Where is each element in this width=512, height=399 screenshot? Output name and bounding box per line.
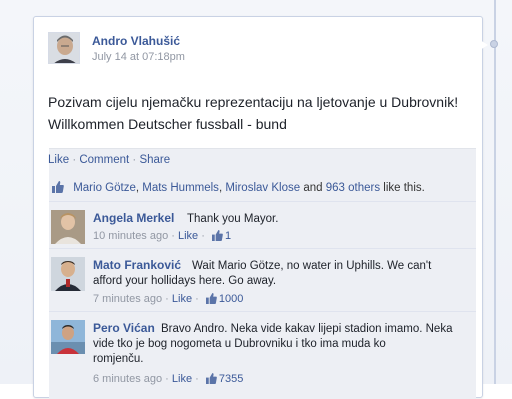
separator-dot: · <box>72 154 77 166</box>
liker-mario-gotze[interactable]: Mario Götze <box>73 182 136 194</box>
card-pointer-arrow <box>480 40 488 50</box>
post-card: Andro Vlahušić July 14 at 07:18pm Poziva… <box>33 16 483 399</box>
comment-item: Angela Merkel Thank you Mayor. 10 minute… <box>49 201 476 248</box>
liker-mats-hummels[interactable]: Mats Hummels <box>142 182 219 194</box>
likers-others-link[interactable]: 963 others <box>326 182 380 194</box>
comment-text-line-2: vide tko je bog nogometa u Dubrovniku i … <box>93 338 386 350</box>
comment-text-line-1: Wait Mario Götze, no water in Uphills. W… <box>192 260 432 272</box>
post-actions: Like · Comment · Share <box>48 154 170 166</box>
comment-time[interactable]: 6 minutes ago <box>93 373 162 385</box>
commenter-avatar[interactable] <box>51 210 85 244</box>
separator-dot: · <box>132 154 137 166</box>
thumbs-up-icon <box>211 230 223 241</box>
comment-time[interactable]: 10 minutes ago <box>93 230 168 242</box>
commenter-name[interactable]: Pero Vićan <box>93 321 155 335</box>
post-timestamp[interactable]: July 14 at 07:18pm <box>92 51 185 63</box>
likes-and: and <box>303 182 323 194</box>
comment-like-link[interactable]: Like <box>172 373 192 385</box>
thumbs-up-icon <box>52 181 64 193</box>
author-avatar[interactable] <box>48 32 80 64</box>
liker-miroslav-klose[interactable]: Miroslav Klose <box>225 182 300 194</box>
commenter-name[interactable]: Mato Franković <box>93 258 181 272</box>
comment-text-line-2: afford your hollidays here. Go away. <box>93 275 277 287</box>
comma-1: , <box>135 182 140 194</box>
comment-meta: 10 minutes ago · Like · 1 <box>93 230 232 242</box>
comment-text-line-1: Bravo Andro. Neka vide kakav lijepi stad… <box>161 323 453 335</box>
post-text: Pozivam cijelu njemačku reprezentaciju n… <box>48 91 473 135</box>
comment-text: Thank you Mayor. <box>187 213 279 225</box>
comment-like-count[interactable]: 7355 <box>219 373 243 385</box>
share-link[interactable]: Share <box>139 154 170 166</box>
comment-meta: 7 minutes ago · Like · 1000 <box>93 293 244 305</box>
post-text-line-1: Pozivam cijelu njemačku reprezentaciju n… <box>48 94 459 110</box>
post-author-name[interactable]: Andro Vlahušić <box>92 34 180 48</box>
comment-meta: 6 minutes ago · Like · 7355 <box>93 373 244 385</box>
comment-item: Pero Vićan Bravo Andro. Neka vide kakav … <box>49 311 476 392</box>
comment-like-count[interactable]: 1000 <box>219 293 243 305</box>
comment-item: Mato Franković Wait Mario Götze, no wate… <box>49 248 476 311</box>
comment-like-link[interactable]: Like <box>172 293 192 305</box>
comment-like-count[interactable]: 1 <box>225 230 231 242</box>
comment-time[interactable]: 7 minutes ago <box>93 293 162 305</box>
commenter-avatar[interactable] <box>51 320 85 354</box>
thumbs-up-icon <box>205 373 217 384</box>
commenter-name[interactable]: Angela Merkel <box>93 211 174 225</box>
comment-like-link[interactable]: Like <box>178 230 198 242</box>
likes-suffix: like this. <box>383 182 425 194</box>
commenter-avatar[interactable] <box>51 257 85 291</box>
comment-text-line-3: romjenču. <box>93 353 144 365</box>
post-text-line-2: Willkommen Deutscher fussball - bund <box>48 116 287 132</box>
timeline-spine <box>494 0 496 384</box>
timeline-dot <box>490 40 498 48</box>
like-link[interactable]: Like <box>48 154 69 166</box>
thumbs-up-icon <box>205 293 217 304</box>
comma-2: , <box>218 182 223 194</box>
comment-link[interactable]: Comment <box>79 154 129 166</box>
likes-summary: Mario Götze, Mats Hummels, Miroslav Klos… <box>52 181 425 194</box>
